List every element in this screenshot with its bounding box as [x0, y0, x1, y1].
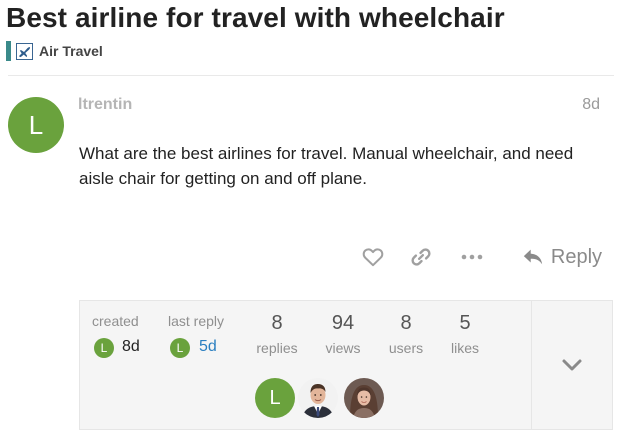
participant-photo-man [298, 378, 338, 418]
participant-avatar[interactable] [298, 378, 338, 418]
replies-label: replies [256, 340, 298, 356]
users-label: users [388, 340, 424, 356]
topic-title[interactable]: Best airline for travel with wheelchair [6, 2, 505, 34]
topic-page: Best airline for travel with wheelchair … [0, 0, 622, 441]
likes-label: likes [450, 340, 479, 356]
replies-count: 8 [271, 312, 283, 334]
link-icon [411, 248, 431, 266]
category-badge[interactable]: Air Travel [6, 41, 103, 61]
heart-icon [362, 248, 384, 267]
last-reply-user-avatar[interactable]: L [170, 338, 190, 358]
views-count: 94 [331, 312, 355, 334]
last-reply-label: last reply [168, 313, 225, 329]
topic-summary-panel: created L 8d last reply L 5d 8 replies 9… [79, 300, 613, 430]
more-actions-button[interactable] [457, 241, 487, 273]
users-count: 8 [400, 312, 412, 334]
participant-avatar[interactable] [344, 378, 384, 418]
participant-avatar[interactable]: L [255, 378, 295, 418]
chevron-down-icon [562, 359, 582, 371]
reply-button[interactable]: Reply [520, 241, 604, 273]
like-button[interactable] [358, 241, 388, 273]
last-reply-value[interactable]: 5d [199, 338, 217, 356]
airplane-icon [16, 42, 33, 60]
reply-label: Reply [550, 245, 603, 268]
title-divider [8, 75, 614, 76]
category-color-bar [6, 41, 11, 61]
created-label: created [92, 313, 139, 329]
participant-photo-woman [344, 378, 384, 418]
created-user-avatar[interactable]: L [94, 338, 114, 358]
more-dots-icon [461, 254, 483, 260]
post-actions: Reply [0, 241, 622, 273]
created-value[interactable]: 8d [122, 338, 140, 356]
views-label: views [325, 340, 361, 356]
post-body: What are the best airlines for travel. M… [79, 144, 574, 188]
likes-count: 5 [459, 312, 471, 334]
post-author-username[interactable]: ltrentin [78, 96, 132, 114]
post-author-avatar[interactable]: L [8, 97, 64, 153]
post-date[interactable]: 8d [582, 96, 600, 114]
share-link-button[interactable] [406, 241, 436, 273]
reply-arrow-icon [523, 249, 543, 265]
category-name: Air Travel [39, 43, 103, 59]
expand-summary-button[interactable] [532, 301, 612, 429]
